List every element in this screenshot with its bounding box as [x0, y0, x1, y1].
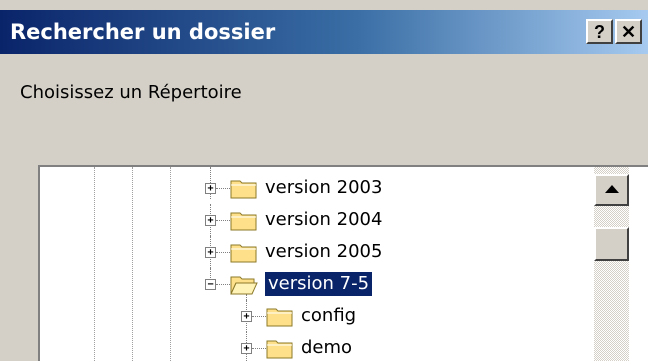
tree-item-config[interactable]: + config — [40, 300, 600, 332]
close-button[interactable]: ✕ — [615, 19, 642, 44]
prompt-label: Choisissez un Répertoire — [20, 82, 242, 103]
scroll-up-button[interactable] — [594, 174, 629, 206]
expand-button[interactable]: + — [205, 247, 216, 258]
vertical-scrollbar[interactable] — [594, 167, 629, 361]
expand-button[interactable]: + — [241, 311, 252, 322]
tree-item-label[interactable]: demo — [298, 336, 355, 360]
tree-item-label[interactable]: version 2005 — [262, 240, 385, 264]
tree-item-version-2003[interactable]: + version 2003 — [40, 167, 600, 204]
folder-closed-icon — [266, 340, 293, 359]
folder-closed-icon — [266, 308, 293, 327]
scroll-thumb[interactable] — [594, 227, 629, 261]
expand-button[interactable]: + — [241, 343, 252, 354]
folder-open-icon — [230, 276, 258, 295]
tree-item-version-2004[interactable]: + version 2004 — [40, 204, 600, 236]
tree-item-label[interactable]: version 2003 — [262, 176, 385, 200]
folder-tree[interactable]: + version 2003 + version 2004 + version … — [38, 165, 648, 361]
tree-item-version-7-5[interactable]: − version 7-5 — [40, 268, 600, 300]
tree-item-label[interactable]: version 2004 — [262, 208, 385, 232]
folder-closed-icon — [230, 212, 257, 231]
folder-closed-icon — [230, 244, 257, 263]
collapse-button[interactable]: − — [205, 279, 216, 290]
title-bar[interactable]: Rechercher un dossier ? ✕ — [0, 10, 648, 54]
help-button[interactable]: ? — [586, 19, 613, 44]
expand-button[interactable]: + — [205, 183, 216, 194]
tree-item-label[interactable]: config — [298, 304, 359, 328]
expand-button[interactable]: + — [205, 215, 216, 226]
dialog-title: Rechercher un dossier — [10, 20, 276, 44]
arrow-up-icon — [605, 185, 619, 193]
tree-item-version-2005[interactable]: + version 2005 — [40, 236, 600, 268]
tree-item-demo[interactable]: + demo — [40, 332, 600, 361]
tree-item-label[interactable]: version 7-5 — [265, 272, 373, 296]
folder-closed-icon — [230, 180, 257, 199]
